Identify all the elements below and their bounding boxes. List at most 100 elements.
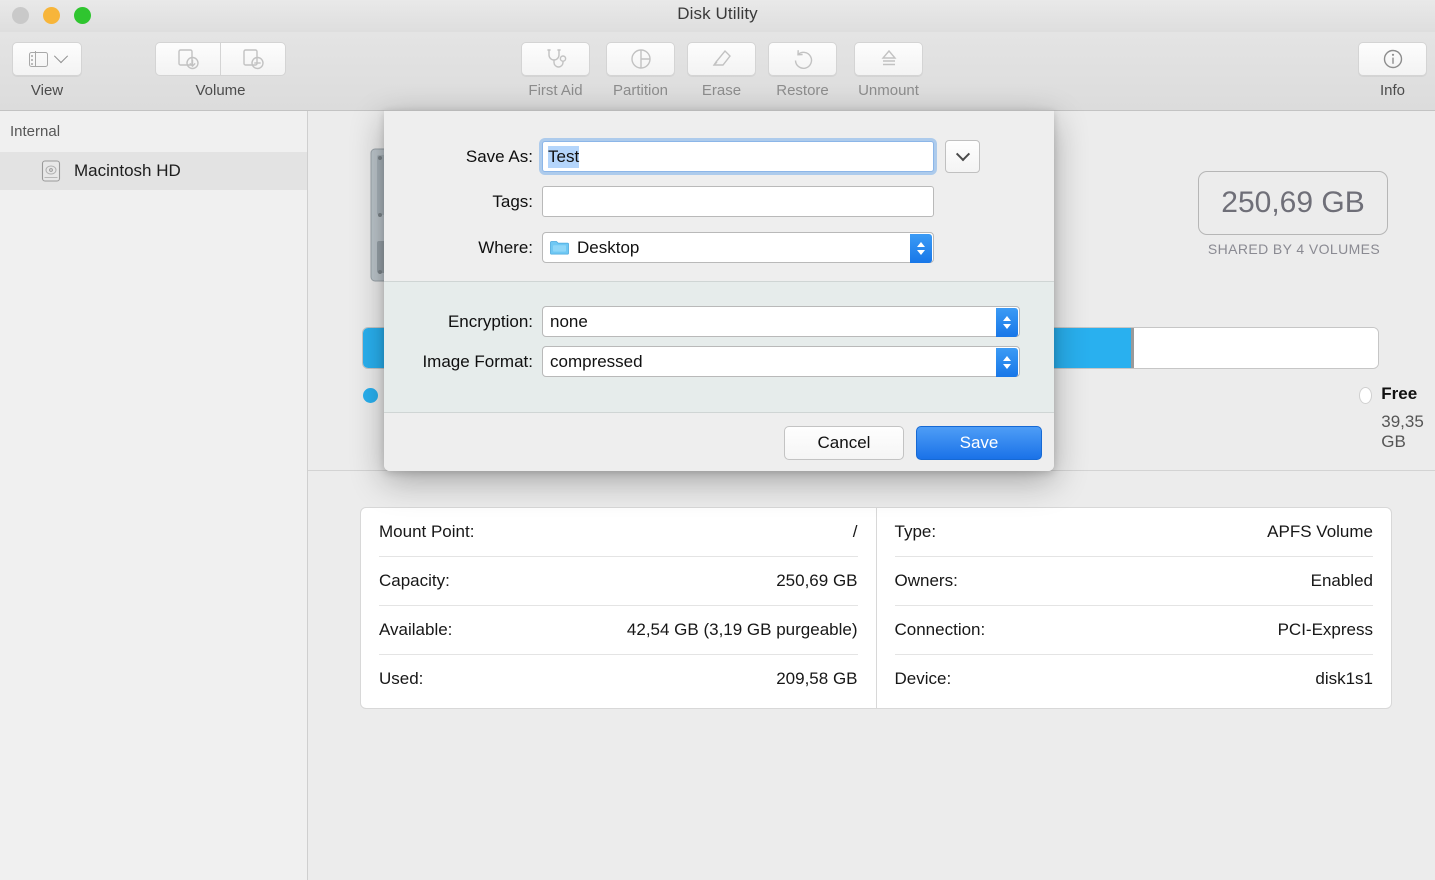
partition-button[interactable] bbox=[606, 42, 675, 76]
partition-label: Partition bbox=[612, 82, 669, 99]
volume-info-table: Mount Point: / Capacity: 250,69 GB Avail… bbox=[360, 507, 1392, 709]
info-circle-icon bbox=[1383, 49, 1402, 69]
chevron-down-icon bbox=[917, 250, 925, 255]
save-button[interactable]: Save bbox=[916, 426, 1042, 460]
where-select[interactable]: Desktop bbox=[542, 232, 934, 263]
capacity-bar-free-segment[interactable] bbox=[1134, 328, 1378, 368]
info-column-right: Type: APFS Volume Owners: Enabled Connec… bbox=[877, 508, 1392, 708]
table-row: Device: disk1s1 bbox=[895, 655, 1374, 703]
cancel-button[interactable]: Cancel bbox=[784, 426, 904, 460]
info-button[interactable] bbox=[1358, 42, 1427, 76]
volume-label: Volume bbox=[195, 82, 246, 99]
table-row: Available: 42,54 GB (3,19 GB purgeable) bbox=[379, 606, 858, 655]
erase-button[interactable] bbox=[687, 42, 756, 76]
sidebar-section-internal: Internal bbox=[10, 123, 61, 140]
encryption-label: Encryption: bbox=[447, 311, 533, 331]
unmount-button[interactable] bbox=[854, 42, 923, 76]
sidebar-item-label: Macintosh HD bbox=[74, 161, 181, 180]
image-format-select[interactable]: compressed bbox=[542, 346, 1020, 377]
info-value: 209,58 GB bbox=[776, 669, 858, 688]
info-label: Info bbox=[1379, 82, 1406, 99]
toolbar-item-partition: Partition bbox=[606, 42, 675, 99]
folder-icon bbox=[550, 241, 569, 255]
toolbar-volume-group: Volume bbox=[155, 42, 286, 99]
chevron-down-icon bbox=[1003, 364, 1011, 369]
info-value: Enabled bbox=[1310, 571, 1373, 590]
pie-chart-icon bbox=[630, 49, 651, 69]
toolbar-item-erase: Erase bbox=[687, 42, 756, 99]
info-value: disk1s1 bbox=[1315, 669, 1373, 688]
tags-row: Tags: bbox=[384, 186, 934, 217]
view-button[interactable] bbox=[12, 42, 82, 76]
save-dialog-top-section: Save As: Test Tags: Where: Desktop bbox=[384, 111, 1054, 281]
save-as-value: Test bbox=[548, 145, 580, 168]
info-key: Used: bbox=[379, 669, 424, 688]
info-column-left: Mount Point: / Capacity: 250,69 GB Avail… bbox=[361, 508, 877, 708]
toolbar-item-unmount: Unmount bbox=[854, 42, 923, 99]
legend-free-size: 39,35 GB bbox=[1381, 412, 1424, 451]
legend-used bbox=[363, 384, 378, 403]
chevron-up-icon bbox=[917, 242, 925, 247]
image-format-row: Image Format: compressed bbox=[384, 346, 1020, 377]
save-dialog-button-bar: Cancel Save bbox=[384, 413, 1054, 471]
save-as-input[interactable]: Test bbox=[542, 141, 934, 172]
capacity-badge: 250,69 GB bbox=[1198, 171, 1388, 235]
toolbar-item-info: Info bbox=[1358, 42, 1427, 99]
info-key: Owners: bbox=[894, 571, 958, 590]
first-aid-label: First Aid bbox=[528, 82, 583, 99]
image-format-stepper-arrows[interactable] bbox=[996, 348, 1018, 377]
info-key: Mount Point: bbox=[379, 522, 475, 541]
stethoscope-icon bbox=[546, 49, 566, 68]
legend-used-dot bbox=[363, 388, 378, 403]
legend-free-dot bbox=[1360, 388, 1372, 403]
sidebar: Internal Macintosh HD bbox=[0, 111, 308, 880]
table-row: Capacity: 250,69 GB bbox=[379, 557, 858, 606]
hard-drive-icon bbox=[41, 160, 61, 182]
remove-volume-button[interactable] bbox=[220, 42, 286, 76]
image-format-label: Image Format: bbox=[422, 351, 533, 371]
save-dialog-options-section: Encryption: none Image Format: compresse… bbox=[384, 281, 1054, 413]
add-volume-icon bbox=[178, 49, 199, 70]
encryption-row: Encryption: none bbox=[384, 306, 1020, 337]
restore-label: Restore bbox=[776, 82, 829, 99]
info-key: Available: bbox=[379, 620, 453, 639]
save-dialog: Save As: Test Tags: Where: Desktop Encry… bbox=[384, 110, 1054, 471]
save-as-row: Save As: Test bbox=[384, 140, 980, 173]
where-label: Where: bbox=[478, 237, 533, 257]
capacity-subtitle: SHARED BY 4 VOLUMES bbox=[1207, 241, 1381, 257]
image-format-value: compressed bbox=[550, 351, 643, 371]
tags-input[interactable] bbox=[542, 186, 934, 217]
legend-free: Free 39,35 GB bbox=[1360, 384, 1435, 452]
info-key: Capacity: bbox=[379, 571, 450, 590]
add-volume-button[interactable] bbox=[155, 42, 220, 76]
eject-icon bbox=[880, 49, 897, 66]
restore-button[interactable] bbox=[768, 42, 837, 76]
remove-volume-icon bbox=[243, 49, 264, 70]
where-value: Desktop bbox=[577, 237, 640, 257]
info-key: Device: bbox=[894, 669, 952, 688]
expand-browser-button[interactable] bbox=[945, 140, 980, 173]
tags-label: Tags: bbox=[492, 191, 533, 211]
where-stepper-arrows[interactable] bbox=[910, 234, 932, 263]
view-label: View bbox=[30, 82, 64, 99]
table-row: Owners: Enabled bbox=[894, 557, 1373, 606]
window-titlebar: Disk Utility bbox=[0, 0, 1435, 32]
table-row: Type: APFS Volume bbox=[894, 508, 1373, 557]
toolbar-view-group: View bbox=[12, 42, 82, 99]
toolbar-item-restore: Restore bbox=[768, 42, 837, 99]
info-key: Type: bbox=[894, 522, 937, 541]
chevron-down-icon bbox=[1003, 324, 1011, 329]
window-title: Disk Utility bbox=[677, 4, 758, 23]
toolbar-item-first-aid: First Aid bbox=[521, 42, 590, 99]
first-aid-button[interactable] bbox=[521, 42, 590, 76]
erase-label: Erase bbox=[701, 82, 742, 99]
sidebar-item-macintosh-hd[interactable]: Macintosh HD bbox=[0, 152, 307, 190]
info-key: Connection: bbox=[894, 620, 986, 639]
toolbar: View Volume First Aid Partition Erase Re… bbox=[0, 32, 1435, 111]
chevron-up-icon bbox=[1003, 356, 1011, 361]
encryption-select[interactable]: none bbox=[542, 306, 1020, 337]
erase-icon bbox=[712, 49, 731, 66]
save-as-label: Save As: bbox=[465, 146, 533, 166]
disk-utility-window: Disk Utility View Volume First Aid Parti… bbox=[0, 0, 1435, 880]
encryption-stepper-arrows[interactable] bbox=[996, 308, 1018, 337]
